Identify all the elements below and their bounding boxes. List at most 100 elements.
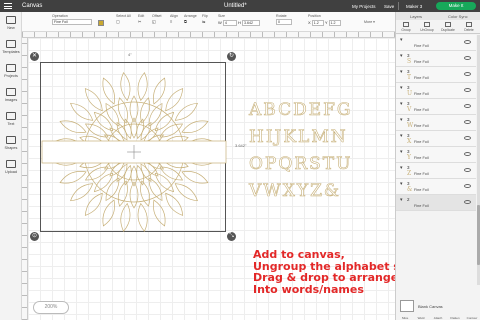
make-it-button[interactable]: Make It — [436, 2, 476, 10]
edit-button[interactable]: Edit ✂ — [138, 14, 144, 24]
layer-row[interactable]: ▾ 3 U Fine Foil — [396, 83, 476, 99]
height-dimension: 3.642" — [235, 143, 247, 148]
chevron-down-icon[interactable]: ▾ — [400, 181, 403, 187]
chevron-down-icon[interactable]: ▾ — [400, 149, 403, 155]
eye-icon[interactable] — [464, 120, 471, 124]
chevron-down-icon[interactable]: ▾ — [400, 117, 403, 123]
more-button[interactable]: More ▾ — [364, 20, 375, 24]
group-button[interactable]: Group — [398, 22, 414, 32]
layer-row[interactable]: ▾ 3 T Fine Foil — [396, 67, 476, 83]
trash-icon — [466, 22, 472, 27]
layer-thumbnail: V — [407, 106, 412, 113]
chevron-down-icon[interactable]: ▾ — [400, 133, 403, 139]
chevron-down-icon[interactable]: ▾ — [400, 53, 403, 59]
eye-icon[interactable] — [464, 56, 471, 60]
menu-icon[interactable] — [4, 3, 12, 9]
eye-icon[interactable] — [464, 136, 471, 140]
offset-button[interactable]: Offset ◱ — [152, 14, 162, 24]
layer-operation: Fine Foil — [414, 204, 429, 208]
layer-row[interactable]: ▾ Fine Foil — [396, 35, 476, 51]
text-tool[interactable]: Text — [0, 112, 22, 127]
width-field[interactable]: 4 — [222, 20, 237, 26]
rotate-handle[interactable]: ↻ — [227, 52, 236, 61]
weld-button[interactable]: Weld — [413, 316, 429, 320]
eye-icon[interactable] — [464, 88, 471, 92]
images-tool[interactable]: Images — [0, 88, 22, 103]
flip-button[interactable]: Flip ⇋ — [202, 14, 208, 24]
duplicate-button[interactable]: Duplicate — [440, 22, 456, 32]
layer-row[interactable]: ▾ 3 Z Fine Foil — [396, 163, 476, 179]
edit-bar: Operation Fine Foil Select All ▢ Edit ✂ Of… — [22, 12, 395, 32]
zoom-control[interactable]: 200% — [33, 301, 69, 314]
eye-icon[interactable] — [464, 168, 471, 172]
layer-row[interactable]: ▾ 2 Fine Foil — [396, 195, 476, 211]
x-field[interactable]: 1.2 — [311, 20, 324, 26]
top-bar: Canvas Untitled* My Projects Save Maker … — [0, 0, 480, 12]
lock-handle[interactable]: ⊙ — [30, 232, 39, 241]
layer-thumbnail: W — [407, 122, 414, 129]
text-icon — [6, 112, 16, 120]
delete-button[interactable]: Delete — [461, 22, 477, 32]
eye-icon[interactable] — [464, 200, 471, 204]
layer-row[interactable]: ▾ 3 W Fine Foil — [396, 115, 476, 131]
align-button[interactable]: Align ≡ — [170, 14, 178, 24]
chevron-down-icon[interactable]: ▾ — [400, 165, 403, 171]
machine-selector[interactable]: Maker 3 — [406, 4, 422, 9]
chevron-down-icon[interactable]: ▾ — [400, 197, 403, 203]
layer-row[interactable]: ▾ 3 X Fine Foil — [396, 131, 476, 147]
eye-icon[interactable] — [464, 152, 471, 156]
delete-handle[interactable]: ✕ — [30, 52, 39, 61]
chevron-down-icon[interactable]: ▾ — [400, 37, 403, 43]
tab-color-sync[interactable]: Color Sync — [448, 14, 468, 19]
projects-tool[interactable]: Projects — [0, 64, 22, 79]
tab-layers[interactable]: Layers — [410, 14, 422, 19]
alphabet-set[interactable]: ABCDEFG HIJKLMN OPQRSTU VWXYZ& — [249, 100, 353, 208]
new-tool[interactable]: New — [0, 16, 22, 31]
mandala-motif — [41, 72, 227, 232]
layer-operation: Fine Foil — [414, 124, 429, 128]
eye-icon[interactable] — [464, 40, 471, 44]
layer-row[interactable]: ▾ 3 S Fine Foil — [396, 51, 476, 67]
chevron-down-icon[interactable]: ▾ — [400, 101, 403, 107]
operation-select[interactable]: Fine Foil — [52, 19, 92, 25]
upload-tool[interactable]: Upload — [0, 160, 22, 175]
attach-button[interactable]: Attach — [430, 316, 446, 320]
layer-operation: Fine Foil — [414, 60, 429, 64]
foil-color-swatch[interactable] — [98, 20, 104, 26]
divider — [398, 2, 399, 10]
bottom-tools: Slice Weld Attach Flatten Contour — [396, 314, 480, 320]
app-title: Canvas — [22, 3, 43, 9]
flatten-button[interactable]: Flatten — [447, 316, 463, 320]
rotate-field[interactable]: 0 — [276, 19, 292, 25]
document-title[interactable]: Untitled* — [224, 3, 247, 9]
selection-box[interactable] — [40, 62, 227, 232]
resize-handle[interactable]: ⤡ — [227, 232, 236, 241]
layer-row[interactable]: ▾ 3 & Fine Foil — [396, 179, 476, 195]
save-link[interactable]: Save — [384, 4, 394, 9]
layer-row[interactable]: ▾ 3 Y Fine Foil — [396, 147, 476, 163]
chevron-down-icon[interactable]: ▾ — [400, 69, 403, 75]
slice-button[interactable]: Slice — [397, 316, 413, 320]
eye-icon[interactable] — [464, 104, 471, 108]
chevron-down-icon[interactable]: ▾ — [400, 85, 403, 91]
y-field[interactable]: 1.2 — [328, 20, 341, 26]
position-group: Position X 1.2 Y 1.2 — [308, 14, 341, 26]
select-all-button[interactable]: Select All ▢ — [116, 14, 131, 24]
layers-list: ▾ Fine Foil ▾ 3 S Fine Foil ▾ 3 T Fine Foil ▾ 3 U Fin… — [396, 35, 476, 211]
ungroup-button[interactable]: UnGroup — [419, 22, 435, 32]
group-icon — [403, 22, 409, 27]
layer-row[interactable]: ▾ 3 V Fine Foil — [396, 99, 476, 115]
shirt-icon — [6, 40, 16, 48]
offset-icon: ◱ — [152, 19, 156, 24]
height-field[interactable]: 3.642 — [242, 20, 261, 26]
arrange-button[interactable]: Arrange ⧉ — [184, 14, 197, 24]
image-icon — [6, 88, 16, 96]
eye-icon[interactable] — [464, 184, 471, 188]
eye-icon[interactable] — [464, 72, 471, 76]
layer-thumbnail: Y — [407, 154, 411, 161]
layer-operation: Fine Foil — [414, 92, 429, 96]
shapes-tool[interactable]: Shapes — [0, 136, 22, 151]
my-projects-link[interactable]: My Projects — [352, 4, 376, 9]
contour-button[interactable]: Contour — [464, 316, 480, 320]
templates-tool[interactable]: Templates — [0, 40, 22, 55]
